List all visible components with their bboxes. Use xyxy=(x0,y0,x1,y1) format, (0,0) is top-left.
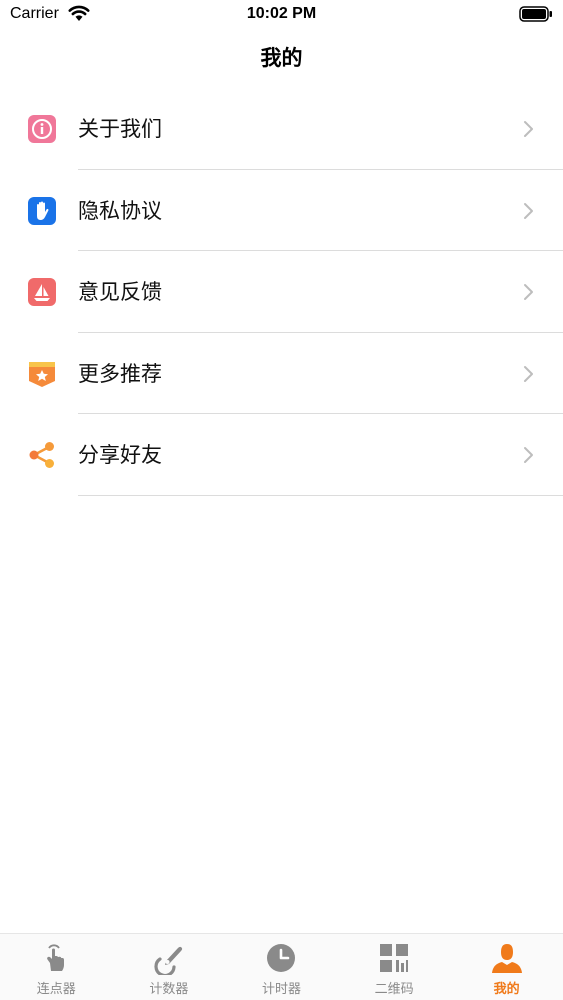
menu-item-label: 分享好友 xyxy=(78,443,162,467)
menu-item-label: 更多推荐 xyxy=(78,361,162,386)
menu-item-privacy-policy[interactable]: 隐私协议 xyxy=(0,170,563,251)
chevron-right-icon xyxy=(524,365,533,382)
status-bar: Carrier 10:02 PM xyxy=(0,0,563,30)
battery-icon xyxy=(519,6,552,22)
divider xyxy=(78,494,563,496)
tab-label: 计数器 xyxy=(149,982,189,997)
person-icon xyxy=(491,944,522,973)
menu-item-label: 隐私协议 xyxy=(78,198,162,223)
info-icon xyxy=(28,115,56,143)
settings-menu-list: 关于我们 隐私协议 意见反馈 更多推荐 分享好友 xyxy=(0,88,563,496)
chevron-right-icon xyxy=(524,202,533,219)
menu-item-share-friends[interactable]: 分享好友 xyxy=(0,414,563,496)
tab-label: 连点器 xyxy=(36,982,76,997)
menu-item-label: 意见反馈 xyxy=(78,280,162,304)
chevron-right-icon xyxy=(524,121,533,137)
status-time: 10:02 PM xyxy=(246,5,317,22)
qrcode-icon xyxy=(380,944,409,972)
tab-label: 计时器 xyxy=(261,982,301,997)
counter-icon xyxy=(154,946,183,975)
menu-item-about-us[interactable]: 关于我们 xyxy=(0,88,563,170)
tab-timer[interactable]: 计时器 xyxy=(225,934,338,1000)
feedback-icon xyxy=(28,278,56,306)
tap-hand-icon xyxy=(47,944,65,971)
tab-label: 二维码 xyxy=(374,982,414,997)
tab-counter[interactable]: 计数器 xyxy=(113,934,226,1000)
chevron-right-icon xyxy=(524,447,533,463)
tab-bar: 连点器 计数器 计时器 二维码 我的 xyxy=(0,933,563,1000)
hand-icon xyxy=(28,196,56,225)
menu-item-more-recommendations[interactable]: 更多推荐 xyxy=(0,333,563,414)
chevron-right-icon xyxy=(524,284,533,300)
tab-label: 我的 xyxy=(493,982,520,997)
tab-clicker[interactable]: 连点器 xyxy=(0,934,113,1000)
menu-item-feedback[interactable]: 意见反馈 xyxy=(0,251,563,333)
page-title: 我的 xyxy=(260,46,303,70)
tab-mine[interactable]: 我的 xyxy=(450,934,563,1000)
clock-icon xyxy=(267,944,296,972)
tab-qrcode[interactable]: 二维码 xyxy=(338,934,451,1000)
menu-item-label: 关于我们 xyxy=(78,117,162,141)
share-icon xyxy=(29,442,54,468)
star-badge-icon xyxy=(29,361,55,387)
